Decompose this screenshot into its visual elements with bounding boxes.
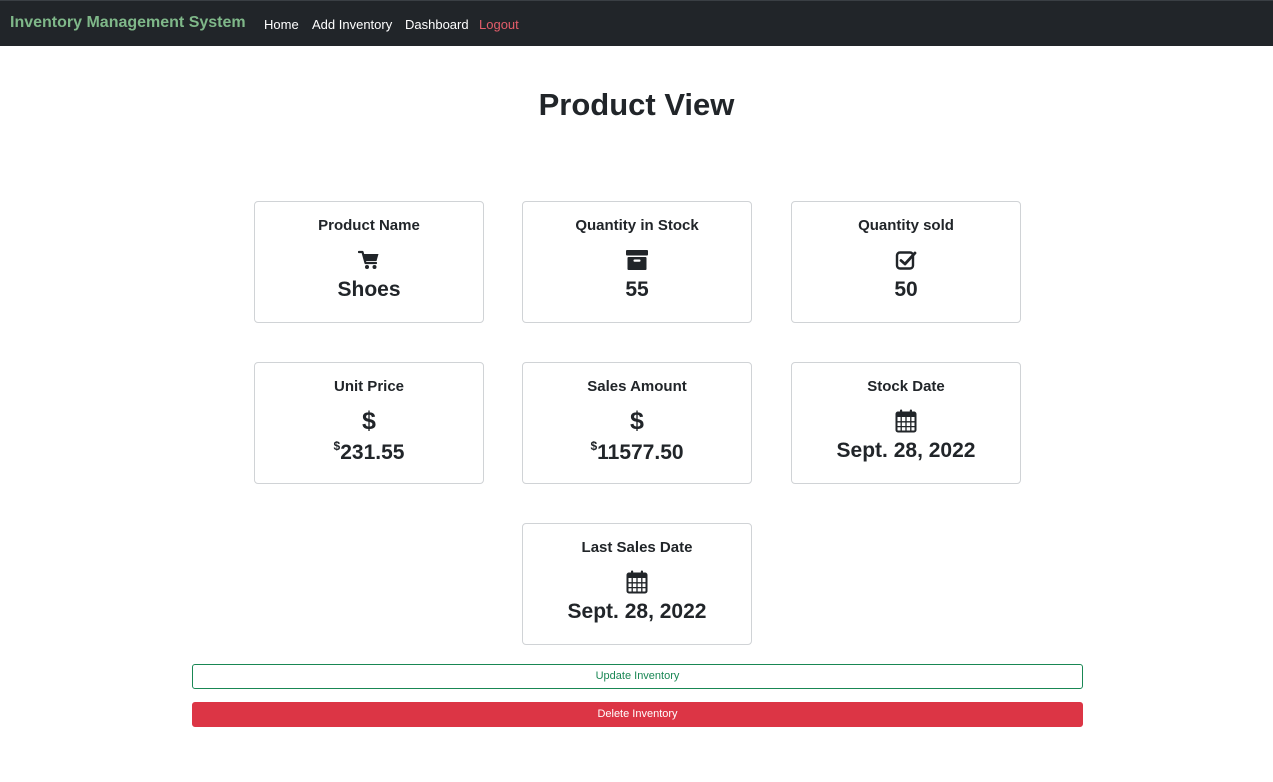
card-product-name: Product Name Shoes (254, 201, 484, 323)
archive-box-icon (523, 247, 751, 273)
card-last-sales-date: Last Sales Date Sept. 28, 2022 (522, 523, 752, 645)
card-stock-date: Stock Date Sept. 28, 2022 (791, 362, 1021, 484)
dollar-icon: $ (362, 407, 376, 435)
card-value: $231.55 (255, 439, 483, 465)
unit-price-amount: 231.55 (340, 441, 405, 464)
card-label: Unit Price (333, 378, 405, 395)
card-label: Stock Date (867, 378, 945, 395)
calendar-icon (523, 569, 751, 595)
card-value: 55 (625, 278, 649, 301)
update-inventory-button[interactable]: Update Inventory (192, 664, 1083, 689)
card-label: Quantity in Stock (575, 217, 699, 234)
nav-link-add-inventory[interactable]: Add Inventory (312, 17, 392, 32)
nav-link-home[interactable]: Home (264, 17, 299, 32)
card-value: Sept. 28, 2022 (567, 600, 707, 623)
checkbox-checked-icon (792, 247, 1020, 273)
card-value: 50 (894, 278, 918, 301)
card-label: Quantity sold (858, 217, 954, 234)
card-unit-price: Unit Price $ $231.55 (254, 362, 484, 484)
card-value: Sept. 28, 2022 (836, 439, 976, 462)
card-label: Product Name (318, 217, 420, 234)
top-navbar: Inventory Management System Home Add Inv… (0, 0, 1273, 46)
card-value: Shoes (337, 278, 401, 301)
dollar-icon: $ (630, 407, 644, 435)
card-value: $11577.50 (523, 439, 751, 465)
brand-title[interactable]: Inventory Management System (10, 14, 246, 32)
page-title: Product View (538, 87, 735, 122)
card-quantity-sold: Quantity sold 50 (791, 201, 1021, 323)
calendar-icon (792, 408, 1020, 434)
delete-inventory-button[interactable]: Delete Inventory (192, 702, 1083, 727)
card-quantity-in-stock: Quantity in Stock 55 (522, 201, 752, 323)
nav-link-logout[interactable]: Logout (479, 17, 519, 32)
cart-icon (255, 247, 483, 273)
card-label: Last Sales Date (581, 539, 693, 556)
nav-link-dashboard[interactable]: Dashboard (405, 17, 469, 32)
sales-amount-value: 11577.50 (597, 441, 684, 464)
card-label: Sales Amount (587, 378, 687, 395)
card-sales-amount: Sales Amount $ $11577.50 (522, 362, 752, 484)
